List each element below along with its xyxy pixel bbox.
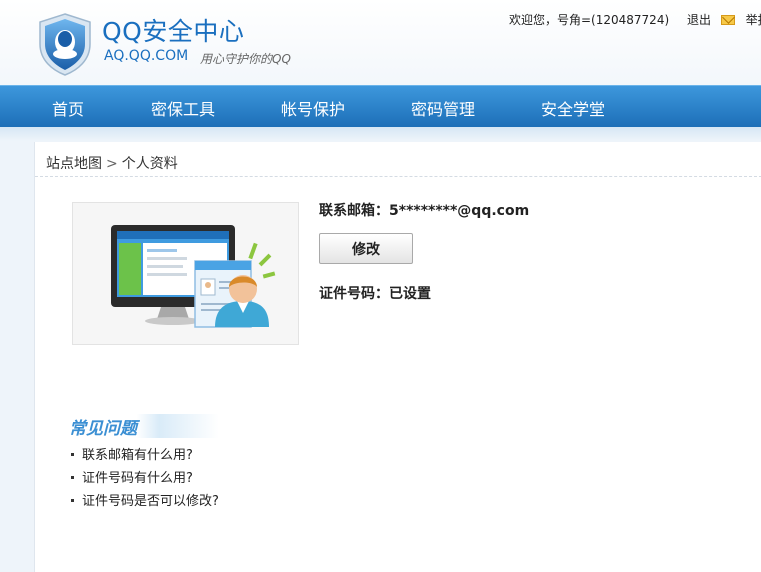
- id-number: 证件号码：已设置: [319, 283, 431, 303]
- email-label: 联系邮箱：: [319, 203, 389, 219]
- faq-link[interactable]: 证件号码有什么用?: [82, 471, 193, 486]
- top-user-bar: 欢迎您，号角=(120487724) 退出 举报: [509, 11, 761, 28]
- site-title: QQ安全中心: [102, 17, 245, 46]
- qq-shield-logo-icon: [39, 13, 91, 76]
- bullet-icon: [71, 476, 74, 479]
- id-value: 已设置: [389, 286, 431, 302]
- breadcrumb-current: 个人资料: [121, 156, 178, 172]
- nav-home[interactable]: 首页: [52, 96, 84, 120]
- content-card: 站点地图 > 个人资料 联系邮箱：5********@qq.com 修改 证件号…: [34, 142, 761, 572]
- logout-link[interactable]: 退出: [687, 13, 711, 27]
- nav-security-tools[interactable]: 密保工具: [151, 96, 215, 120]
- monitor-user-illustration-icon: [111, 225, 276, 328]
- faq-link[interactable]: 证件号码是否可以修改?: [82, 494, 219, 509]
- bullet-icon: [71, 453, 74, 456]
- chevron-right-icon: >: [106, 156, 118, 172]
- faq-link[interactable]: 联系邮箱有什么用?: [82, 448, 193, 463]
- id-label: 证件号码：: [319, 286, 389, 302]
- nav-security-school[interactable]: 安全学堂: [541, 96, 605, 120]
- site-slogan: 用心守护你的QQ: [200, 52, 291, 66]
- faq-title: 常见问题: [69, 419, 137, 439]
- breadcrumb: 站点地图 > 个人资料: [46, 153, 178, 173]
- mail-icon[interactable]: [720, 14, 735, 25]
- faq-header: 常见问题: [69, 414, 219, 439]
- profile-illustration: [72, 202, 299, 345]
- contact-email: 联系邮箱：5********@qq.com: [319, 200, 529, 220]
- faq-item: 证件号码有什么用?: [71, 469, 219, 492]
- email-value: 5********@qq.com: [389, 203, 530, 219]
- main-nav: 首页 密保工具 帐号保护 密码管理 安全学堂: [0, 85, 761, 127]
- faq-list: 联系邮箱有什么用? 证件号码有什么用? 证件号码是否可以修改?: [71, 446, 219, 515]
- nav-password-management[interactable]: 密码管理: [411, 96, 475, 120]
- faq-item: 联系邮箱有什么用?: [71, 446, 219, 469]
- faq-item: 证件号码是否可以修改?: [71, 492, 219, 515]
- breadcrumb-site-map[interactable]: 站点地图: [46, 156, 102, 172]
- nav-account-protection[interactable]: 帐号保护: [281, 96, 345, 120]
- welcome-text: 欢迎您，号角=(120487724): [509, 13, 670, 27]
- nav-shadow: [0, 127, 761, 141]
- bullet-icon: [71, 499, 74, 502]
- modify-email-button[interactable]: 修改: [319, 233, 413, 264]
- header: QQ安全中心 AQ.QQ.COM 用心守护你的QQ 欢迎您，号角=(120487…: [0, 0, 761, 85]
- site-domain: AQ.QQ.COM: [104, 48, 189, 64]
- report-link[interactable]: 举报: [746, 13, 761, 27]
- divider: [35, 176, 761, 177]
